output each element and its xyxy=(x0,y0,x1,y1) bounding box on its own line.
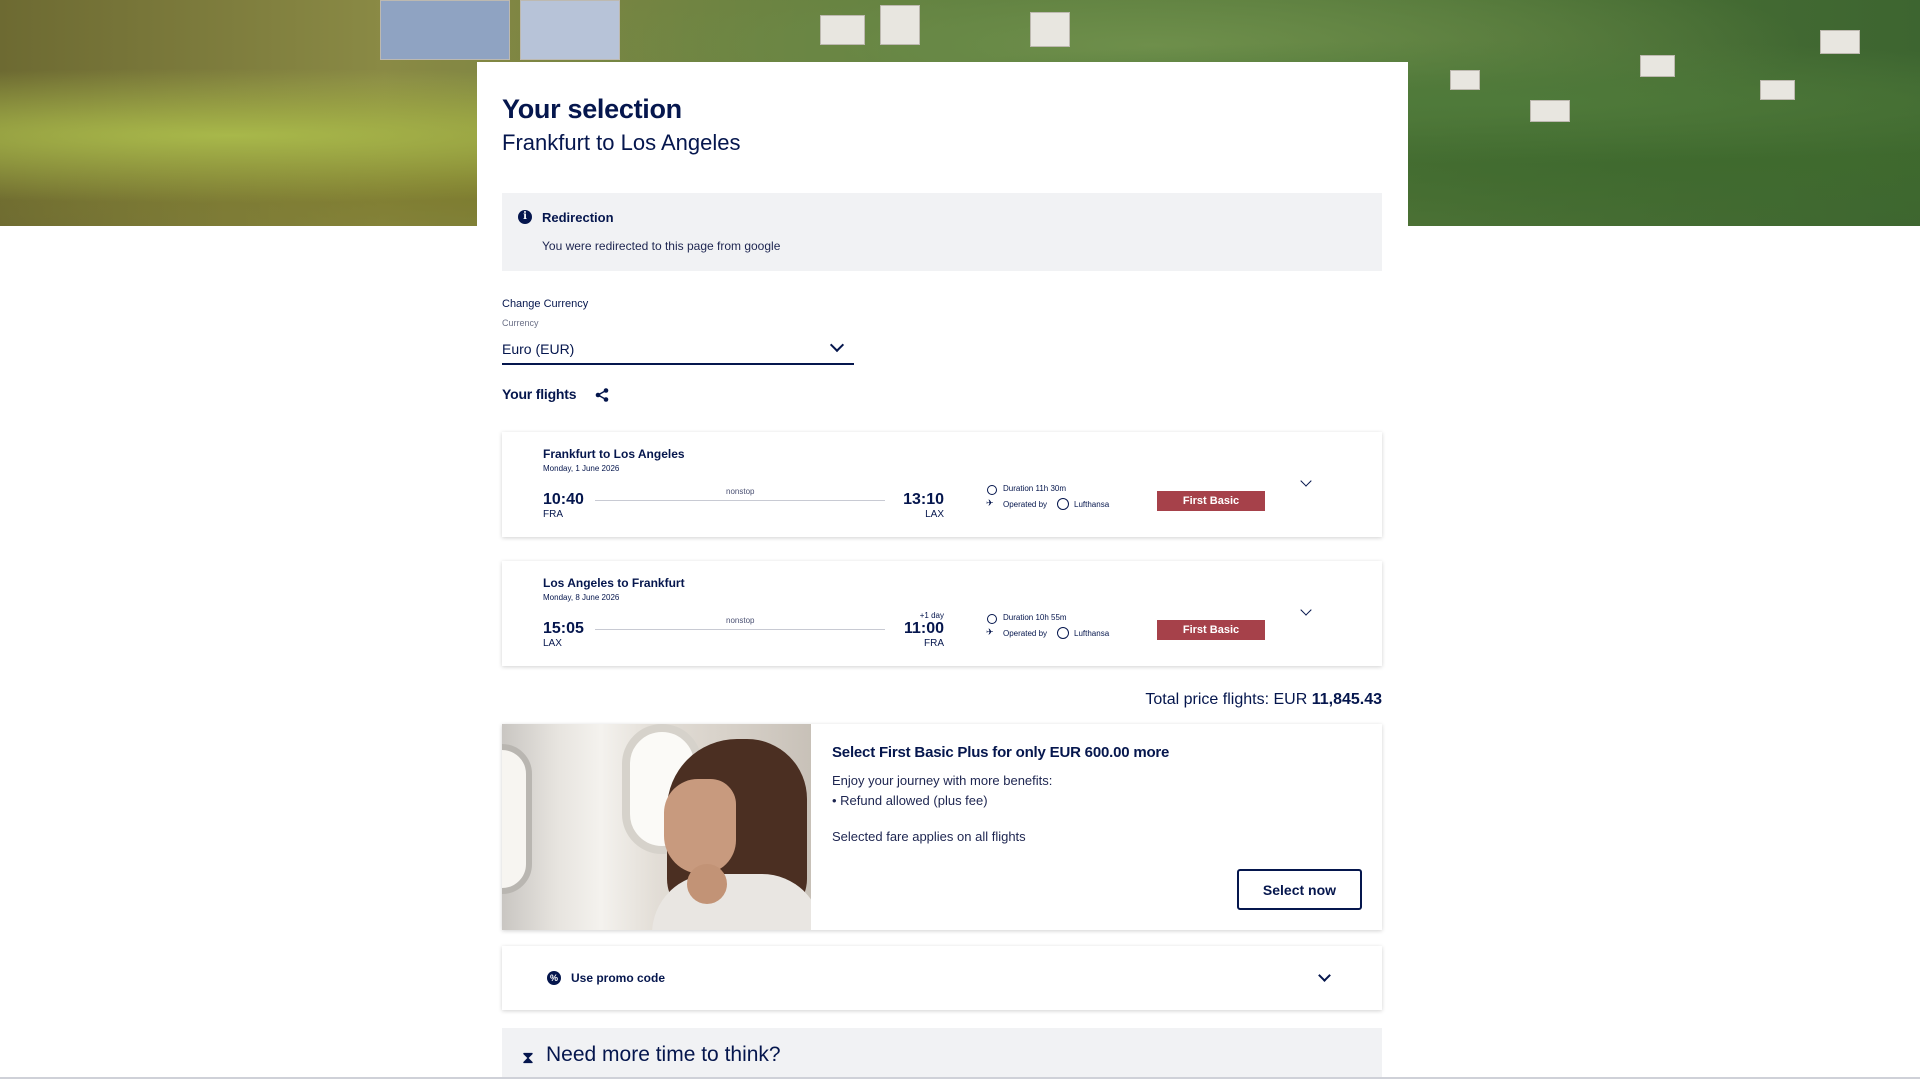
operated-by-label: Operated by xyxy=(1003,629,1048,638)
route-line xyxy=(595,629,885,630)
hero-building xyxy=(1640,55,1675,77)
change-currency-label: Change Currency xyxy=(502,298,589,310)
passenger-photo xyxy=(502,724,811,930)
flight-card[interactable]: Frankfurt to Los Angeles Monday, 1 June … xyxy=(502,432,1382,537)
airline-logo-icon xyxy=(1057,498,1069,510)
total-price-amount: 11,845.43 xyxy=(1311,691,1382,708)
hero-building xyxy=(1530,100,1570,122)
currency-select[interactable]: Euro (EUR) xyxy=(502,332,854,365)
flight-route: Los Angeles to Frankfurt xyxy=(543,576,685,590)
hero-building xyxy=(1450,70,1480,90)
hero-building xyxy=(380,0,510,60)
arrival-airport: FRA xyxy=(924,638,944,649)
need-more-time-section[interactable]: ⧗ Need more time to think? xyxy=(502,1028,1382,1079)
flight-duration: Duration 11h 30m xyxy=(1003,484,1066,493)
departure-time: 15:05 xyxy=(543,620,584,637)
departure-airport: FRA xyxy=(543,509,563,520)
percent-badge-icon: % xyxy=(547,971,561,985)
hero-building xyxy=(880,5,920,45)
info-icon: i xyxy=(518,210,532,224)
total-price-label: Total price flights: xyxy=(1145,691,1270,708)
notice-text: You were redirected to this page from go… xyxy=(542,239,781,253)
arrival-time: 11:00 xyxy=(903,620,944,637)
hero-building xyxy=(520,0,620,60)
carrier-name: Lufthansa xyxy=(1074,629,1110,638)
stops-label: nonstop xyxy=(726,616,755,625)
your-flights-heading: Your flights xyxy=(502,386,577,402)
chevron-down-icon[interactable] xyxy=(1300,604,1312,616)
hero-building xyxy=(1760,80,1795,100)
hero-building xyxy=(1820,30,1860,54)
departure-airport: LAX xyxy=(543,638,562,649)
clock-icon xyxy=(987,485,997,495)
upsell-benefits-intro: Enjoy your journey with more benefits: xyxy=(832,773,1053,788)
plane-icon: ✈ xyxy=(986,627,994,637)
upsell-title: Select First Basic Plus for only EUR 600… xyxy=(832,744,1170,761)
operated-by-label: Operated by xyxy=(1003,500,1048,509)
share-icon[interactable] xyxy=(594,387,610,403)
fare-badge: First Basic xyxy=(1157,620,1265,640)
clock-icon xyxy=(987,614,997,624)
total-price-currency: EUR xyxy=(1273,691,1308,708)
hero-building xyxy=(820,15,865,45)
redirection-notice: i Redirection You were redirected to thi… xyxy=(502,193,1382,271)
carrier-name: Lufthansa xyxy=(1074,500,1110,509)
need-more-time-label: Need more time to think? xyxy=(546,1043,781,1066)
hourglass-icon: ⧗ xyxy=(522,1048,534,1068)
chevron-down-icon[interactable] xyxy=(1300,475,1312,487)
flight-duration: Duration 10h 55m xyxy=(1003,613,1067,622)
chevron-down-icon xyxy=(829,337,845,353)
promo-code-accordion[interactable]: % Use promo code xyxy=(502,946,1382,1010)
arrival-airport: LAX xyxy=(925,509,944,520)
upsell-card: Select First Basic Plus for only EUR 600… xyxy=(502,724,1382,930)
upsell-benefit-item: • Refund allowed (plus fee) xyxy=(832,793,988,808)
select-now-button[interactable]: Select now xyxy=(1237,869,1362,910)
upsell-note: Selected fare applies on all flights xyxy=(832,829,1026,844)
next-day-label: +1 day xyxy=(919,611,944,620)
chevron-down-icon xyxy=(1318,969,1331,982)
flight-date: Monday, 1 June 2026 xyxy=(543,464,620,473)
departure-time: 10:40 xyxy=(543,491,584,508)
route-line xyxy=(595,500,885,501)
total-price: Total price flights: EUR 11,845.43 xyxy=(502,691,1382,709)
arrival-time: 13:10 xyxy=(903,491,944,508)
currency-field-label: Currency xyxy=(502,318,539,328)
page-subtitle: Frankfurt to Los Angeles xyxy=(502,130,741,155)
hero-building xyxy=(1030,12,1070,47)
airline-logo-icon xyxy=(1057,627,1069,639)
plane-icon: ✈ xyxy=(986,498,994,508)
selection-panel: Your selection Frankfurt to Los Angeles … xyxy=(477,62,1408,1079)
flight-date: Monday, 8 June 2026 xyxy=(543,593,620,602)
page-title: Your selection xyxy=(502,94,682,124)
notice-title: Redirection xyxy=(542,210,614,225)
fare-badge: First Basic xyxy=(1157,491,1265,511)
currency-value: Euro (EUR) xyxy=(502,341,575,357)
promo-code-label: Use promo code xyxy=(571,971,666,985)
flight-route: Frankfurt to Los Angeles xyxy=(543,447,685,461)
stops-label: nonstop xyxy=(726,487,755,496)
flight-card[interactable]: Los Angeles to Frankfurt Monday, 8 June … xyxy=(502,561,1382,666)
